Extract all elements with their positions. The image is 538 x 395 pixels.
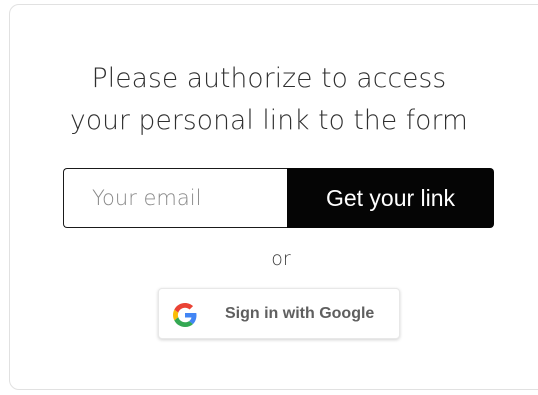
or-separator: or (271, 248, 291, 270)
google-signin-button[interactable]: Sign in with Google (158, 288, 400, 339)
headline-line-2: your personal link to the form (70, 105, 468, 136)
email-input[interactable] (63, 168, 287, 228)
headline-line-1: Please authorize to access (91, 63, 447, 94)
google-signin-label: Sign in with Google (225, 305, 375, 322)
get-link-button[interactable]: Get your link (287, 168, 494, 228)
google-icon (173, 303, 197, 327)
